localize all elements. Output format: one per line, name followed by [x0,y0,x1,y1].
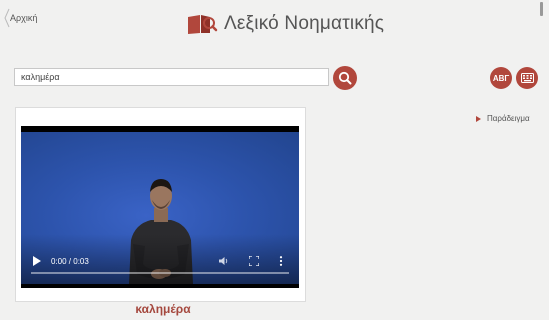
triangle-right-icon [476,115,481,122]
video-time: 0:00 / 0:03 [51,256,89,266]
page-header: Λεξικό Νοηματικής [186,10,384,38]
video-progress-bar[interactable] [31,272,289,274]
scrollbar-thumb[interactable] [540,2,543,16]
fullscreen-icon[interactable] [249,256,259,266]
video-player[interactable]: 0:00 / 0:03 [21,126,299,288]
result-word: καλημέρα [135,302,191,316]
alphabet-button[interactable]: ΑΒΓ [490,67,512,89]
more-options-icon[interactable] [279,256,283,266]
video-controls: 0:00 / 0:03 [21,254,299,268]
search-input[interactable] [14,68,329,86]
letterbox-bottom [21,284,299,288]
keyboard-button[interactable] [516,67,538,89]
book-magnifier-icon [188,15,218,34]
alphabet-button-label: ΑΒΓ [492,73,510,83]
play-icon[interactable] [33,256,41,266]
example-link[interactable]: Παράδειγμα [476,114,530,123]
back-home-button[interactable]: Αρχική [4,8,37,28]
search-icon [338,71,352,85]
example-label: Παράδειγμα [487,114,530,123]
page-title: Λεξικό Νοηματικής [224,13,385,34]
back-home-label: Αρχική [10,13,38,23]
volume-icon[interactable] [219,256,229,266]
keyboard-icon [520,73,534,83]
search-button[interactable] [333,66,357,90]
